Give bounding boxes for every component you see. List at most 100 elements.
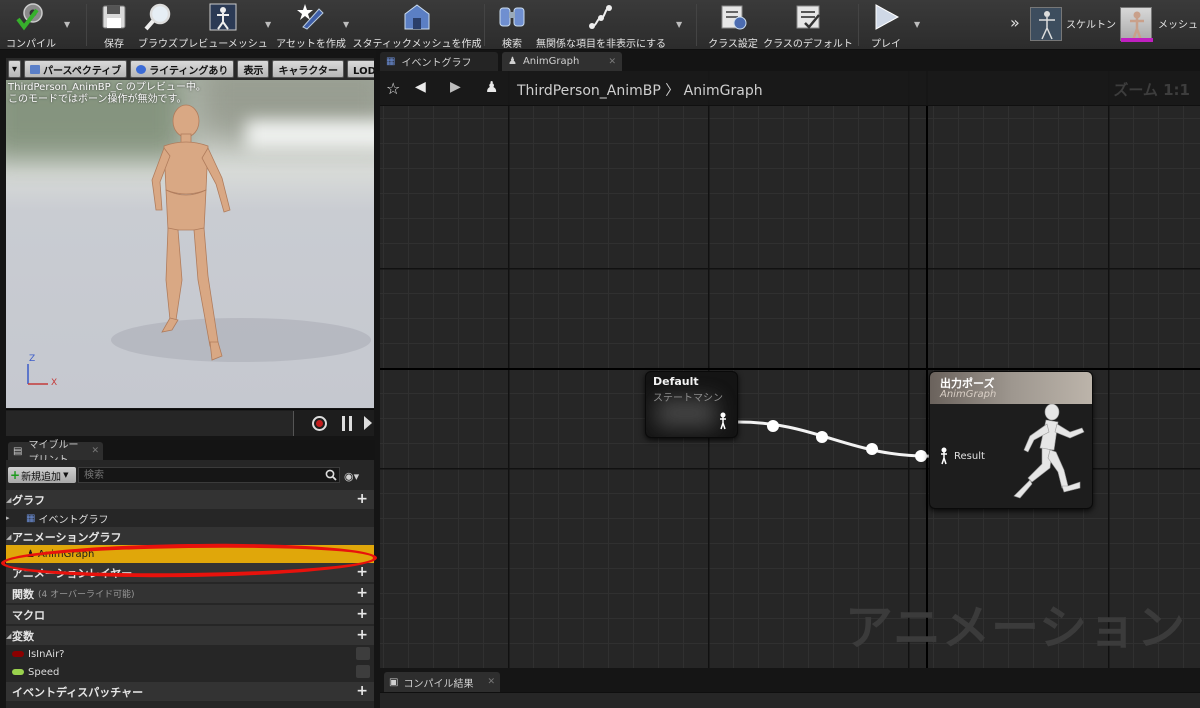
tab-anim-graph[interactable]: ♟ AnimGraph ✕ — [502, 52, 622, 71]
class-settings-button[interactable]: クラス設定 — [706, 0, 760, 50]
preview-mesh-icon — [207, 1, 239, 33]
category-event-dispatchers[interactable]: イベントディスパッチャー + — [6, 682, 374, 701]
add-function-button[interactable]: + — [356, 586, 368, 600]
play-button[interactable]: プレイ — [866, 0, 906, 50]
search-icon[interactable] — [325, 469, 337, 484]
browse-magnifier-icon — [142, 1, 174, 33]
add-new-button[interactable]: + 新規追加 ▼ — [8, 467, 76, 483]
anim-graph-canvas[interactable]: Default ステートマシン 出力ポーズ AnimGraph Result ア… — [380, 71, 1200, 668]
hide-unrelated-icon — [585, 1, 617, 33]
compile-log-icon: ▣ — [389, 676, 399, 688]
output-pose-node[interactable]: 出力ポーズ AnimGraph Result — [929, 371, 1093, 509]
forward-arrow-icon[interactable]: ▶ — [450, 79, 461, 95]
play-icon — [870, 1, 902, 33]
expand-arrow-icon: ◢ — [6, 495, 12, 504]
main-toolbar: コンパイル ▼ 保存 ブラウズ プレビューメッシュ ▼ アセットを作成 ▼ スタ… — [0, 0, 1200, 50]
record-button[interactable] — [312, 416, 327, 431]
close-icon[interactable]: ✕ — [487, 677, 495, 687]
state-machine-node-default[interactable]: Default ステートマシン — [645, 371, 738, 438]
chevron-down-icon: ▼ — [63, 471, 69, 479]
compile-check-icon — [15, 1, 47, 33]
preview-mesh-dropdown-icon[interactable]: ▼ — [265, 20, 271, 29]
float-type-icon — [12, 669, 24, 675]
create-asset-dropdown-icon[interactable]: ▼ — [343, 20, 349, 29]
viewport-options-dropdown[interactable]: ▾ — [8, 60, 22, 78]
visibility-eye-icon[interactable] — [356, 647, 370, 660]
mesh-icon — [1121, 11, 1153, 42]
class-defaults-icon — [792, 1, 824, 33]
anim-graph-icon: ♟ — [508, 56, 517, 67]
favorite-star-icon[interactable]: ☆ — [386, 79, 400, 98]
create-asset-button[interactable]: アセットを作成 — [276, 0, 346, 50]
timeline-scrubber[interactable] — [6, 411, 294, 436]
tab-compile-results[interactable]: ▣ コンパイル結果 ✕ — [384, 672, 500, 692]
add-macro-button[interactable]: + — [356, 607, 368, 621]
class-defaults-button[interactable]: クラスのデフォルト — [763, 0, 853, 50]
play-forward-button[interactable] — [364, 416, 372, 430]
close-icon[interactable]: ✕ — [91, 446, 99, 456]
compile-dropdown-icon[interactable]: ▼ — [64, 20, 70, 29]
perspective-icon — [30, 64, 41, 74]
preview-viewport[interactable]: ThirdPerson_AnimBP_C のプレビュー中。 このモードではボーン… — [6, 80, 374, 408]
tab-my-blueprint[interactable]: ▤ マイブループリント ✕ — [8, 440, 103, 466]
hide-unrelated-button[interactable]: 無関係な項目を非表示にする — [536, 0, 666, 50]
create-static-mesh-button[interactable]: スタティックメッシュを作成 — [353, 0, 482, 50]
running-mannequin-icon — [1013, 403, 1085, 499]
create-asset-icon — [295, 1, 327, 33]
category-graphs[interactable]: ◢ グラフ + — [6, 490, 374, 509]
view-options-eye-icon[interactable]: ◉▾ — [344, 470, 359, 483]
add-dispatcher-button[interactable]: + — [356, 684, 368, 698]
compile-button[interactable]: コンパイル — [2, 0, 60, 50]
mesh-mode-thumbnail[interactable] — [1120, 7, 1153, 42]
blueprint-search-input[interactable] — [78, 467, 340, 483]
preview-timeline — [6, 409, 374, 436]
graph-tabbar: ▦ イベントグラフ ♟ AnimGraph ✕ — [376, 50, 1200, 71]
find-button[interactable]: 検索 — [492, 0, 532, 50]
skeleton-icon — [1039, 11, 1055, 40]
mode-skeleton-label[interactable]: スケルトン — [1066, 16, 1116, 31]
pose-output-pin-icon[interactable] — [718, 412, 728, 430]
visibility-eye-icon[interactable] — [356, 665, 370, 678]
category-macros[interactable]: マクロ + — [6, 605, 374, 624]
zoom-level: ズーム 1:1 — [1113, 81, 1190, 99]
book-icon: ▤ — [13, 445, 23, 457]
category-variables[interactable]: ◢ 変数 + — [6, 626, 374, 645]
list-item-event-graph[interactable]: ▸ ▦ イベントグラフ — [6, 509, 374, 527]
play-dropdown-icon[interactable]: ▼ — [914, 20, 920, 29]
anim-graph-icon: ♟ — [26, 548, 35, 560]
add-graph-button[interactable]: + — [356, 492, 368, 506]
category-anim-layers[interactable]: アニメーションレイヤー + — [6, 563, 374, 582]
show-button[interactable]: 表示 — [237, 60, 270, 78]
lighting-button[interactable]: ライティングあり — [130, 60, 235, 78]
save-button[interactable]: 保存 — [92, 0, 136, 50]
lod-button[interactable]: LOD オー — [347, 60, 374, 78]
browse-button[interactable]: ブラウズ — [137, 0, 179, 50]
list-item-anim-graph[interactable]: ♟ AnimGraph — [6, 545, 374, 563]
pause-button[interactable] — [342, 416, 352, 431]
category-functions[interactable]: 関数 (4 オーバーライド可能) + — [6, 584, 374, 603]
hide-unrelated-dropdown-icon[interactable]: ▼ — [676, 20, 682, 29]
event-graph-icon: ▦ — [26, 512, 36, 524]
mode-mesh-label[interactable]: メッシュ — [1158, 16, 1198, 31]
viewport-toolbar: ▾ パースペクティブ ライティングあり 表示 キャラクター LOD オー — [6, 58, 374, 80]
mannequin-preview — [111, 104, 371, 362]
close-icon[interactable]: ✕ — [608, 57, 616, 67]
preview-mesh-button[interactable]: プレビューメッシュ — [178, 0, 268, 50]
variable-speed[interactable]: Speed — [6, 663, 374, 681]
variable-is-in-air[interactable]: IsInAir? — [6, 645, 374, 663]
my-blueprint-toolbar: + 新規追加 ▼ ◉▾ — [6, 464, 374, 484]
skeleton-mode-thumbnail[interactable] — [1030, 7, 1062, 41]
breadcrumb[interactable]: ThirdPerson_AnimBP 〉 AnimGraph — [517, 80, 763, 100]
pose-input-pin-icon[interactable] — [939, 447, 949, 465]
graph-watermark: アニメーション — [844, 600, 1186, 656]
character-button[interactable]: キャラクター — [272, 60, 345, 78]
toolbar-overflow-icon[interactable]: » — [1010, 13, 1020, 32]
back-arrow-icon[interactable]: ◀ — [415, 79, 426, 95]
expand-arrow-icon: ◢ — [6, 631, 12, 640]
class-settings-icon — [717, 1, 749, 33]
add-anim-layer-button[interactable]: + — [356, 565, 368, 579]
category-anim-graphs[interactable]: ◢ アニメーショングラフ — [6, 527, 374, 546]
tab-event-graph[interactable]: ▦ イベントグラフ — [380, 52, 498, 71]
add-variable-button[interactable]: + — [356, 628, 368, 642]
perspective-button[interactable]: パースペクティブ — [24, 60, 128, 78]
